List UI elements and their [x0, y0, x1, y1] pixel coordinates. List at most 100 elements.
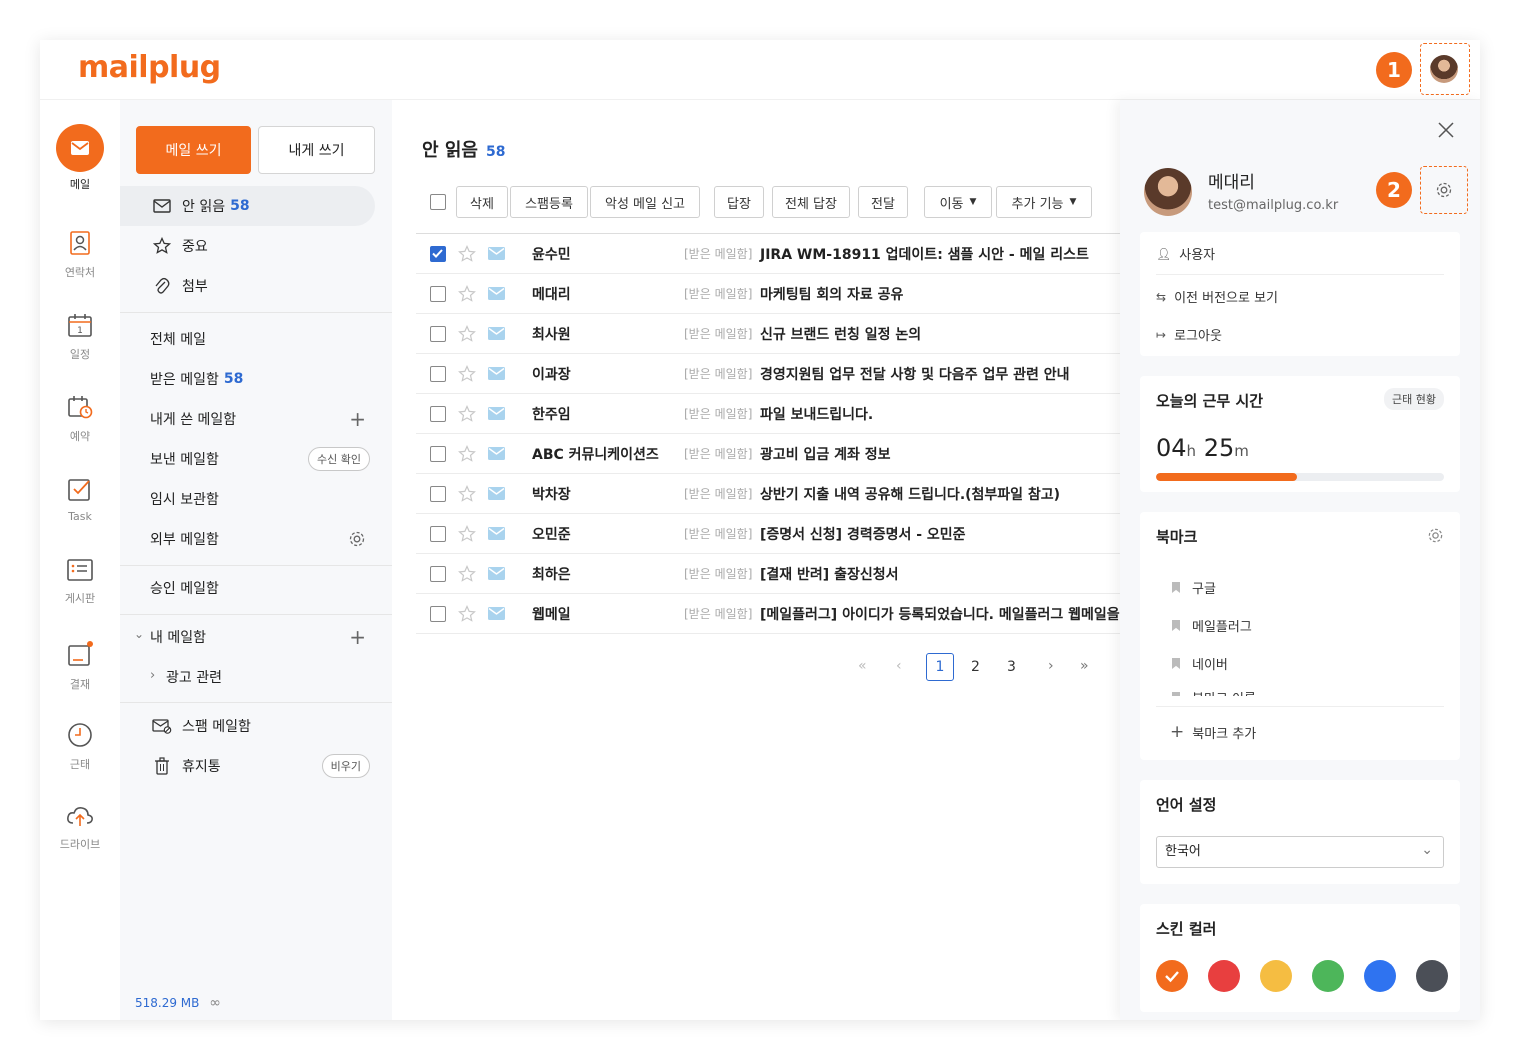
mailplug-logo[interactable]: mailplug [78, 50, 221, 85]
attendance-status-button[interactable]: 근태 현황 [1384, 388, 1444, 410]
mail-row[interactable]: 박차장 [받은 메일함] 상반기 지출 내역 공유해 드립니다.(첨부파일 참고) [416, 474, 1120, 514]
row-checkbox[interactable] [430, 526, 446, 542]
mail-row[interactable]: ABC 커뮤니케이션즈 [받은 메일함] 광고비 입금 계좌 정보 [416, 434, 1120, 474]
bookmark-item[interactable]: 네이버 [1172, 654, 1228, 673]
compose-button[interactable]: 메일 쓰기 [136, 126, 251, 174]
folder-attachments[interactable]: 첨부 [120, 266, 392, 306]
skin-color-swatch[interactable] [1208, 960, 1240, 992]
move-dropdown[interactable]: 이동 ▼ [924, 186, 992, 218]
unread-envelope-icon[interactable] [488, 407, 505, 424]
nav-mail[interactable]: 메일 [40, 124, 120, 192]
folder-all[interactable]: 전체 메일 [120, 319, 392, 359]
page-1[interactable]: 1 [926, 653, 954, 681]
nav-attendance[interactable]: 근태 [40, 722, 120, 772]
folder-my-mailbox[interactable]: ⌄ 내 메일함 + [120, 617, 392, 657]
folder-starred[interactable]: 중요 [120, 226, 392, 266]
row-subject[interactable]: JIRA WM-18911 업데이트: 샘플 시안 - 메일 리스트 [760, 244, 1089, 264]
nav-drive[interactable]: 드라이브 [40, 804, 120, 852]
unread-envelope-icon[interactable] [488, 367, 505, 384]
folder-spam[interactable]: 스팸 메일함 [120, 706, 392, 746]
folder-sent[interactable]: 보낸 메일함 수신 확인 [120, 439, 392, 479]
unread-envelope-icon[interactable] [488, 447, 505, 464]
nav-reservation[interactable]: 예약 [40, 394, 120, 444]
unread-envelope-icon[interactable] [488, 287, 505, 304]
row-subject[interactable]: 상반기 지출 내역 공유해 드립니다.(첨부파일 참고) [760, 484, 1060, 504]
skin-color-swatch[interactable] [1364, 960, 1396, 992]
mail-row[interactable]: 오민준 [받은 메일함] [증명서 신청] 경력증명서 - 오민준 [416, 514, 1120, 554]
star-icon[interactable] [458, 605, 476, 627]
add-mailbox-plus-icon[interactable]: + [349, 625, 366, 649]
row-checkbox[interactable] [430, 326, 446, 342]
star-icon[interactable] [458, 405, 476, 427]
row-checkbox[interactable] [430, 246, 446, 262]
folder-unread[interactable]: 안 읽음 58 [120, 186, 375, 226]
last-page-icon[interactable]: » [1080, 658, 1089, 674]
star-icon[interactable] [458, 445, 476, 467]
nav-approval[interactable]: 결재 [40, 640, 120, 692]
bookmark-item[interactable]: 메일플러그 [1172, 616, 1252, 635]
star-icon[interactable] [458, 365, 476, 387]
nav-task[interactable]: Task [40, 476, 120, 523]
folder-drafts[interactable]: 임시 보관함 [120, 479, 392, 519]
folder-approval[interactable]: 승인 메일함 [120, 568, 392, 608]
report-malicious-button[interactable]: 악성 메일 신고 [590, 186, 700, 218]
folder-trash[interactable]: 휴지통 비우기 [120, 746, 392, 786]
star-icon[interactable] [458, 325, 476, 347]
chevron-down-icon[interactable]: ⌄ [134, 627, 144, 641]
nav-calendar[interactable]: 1 일정 [40, 312, 120, 362]
menu-user[interactable]: 👤︎ 사용자 [1156, 244, 1215, 264]
menu-logout[interactable]: ↦ 로그아웃 [1156, 325, 1222, 345]
row-subject[interactable]: [증명서 신청] 경력증명서 - 오민준 [760, 524, 966, 544]
folder-self[interactable]: 내게 쓴 메일함 + [120, 399, 392, 439]
unread-envelope-icon[interactable] [488, 607, 505, 624]
row-checkbox[interactable] [430, 406, 446, 422]
folder-external[interactable]: 외부 메일함 [120, 519, 392, 559]
star-icon[interactable] [458, 285, 476, 307]
skin-color-swatch[interactable] [1416, 960, 1448, 992]
skin-color-swatch[interactable] [1156, 960, 1188, 992]
empty-trash-button[interactable]: 비우기 [321, 754, 370, 778]
unread-envelope-icon[interactable] [488, 247, 505, 264]
mail-row[interactable]: 윤수민 [받은 메일함] JIRA WM-18911 업데이트: 샘플 시안 - 메… [416, 234, 1120, 274]
row-subject[interactable]: 광고비 입금 계좌 정보 [760, 444, 891, 464]
row-checkbox[interactable] [430, 606, 446, 622]
row-checkbox[interactable] [430, 566, 446, 582]
row-checkbox[interactable] [430, 286, 446, 302]
star-icon[interactable] [458, 485, 476, 507]
profile-settings-gear-icon[interactable] [1435, 181, 1453, 203]
row-subject[interactable]: [메일플러그] 아이디가 등록되었습니다. 메일플러그 웹메일을 사 [760, 604, 1137, 624]
next-page-icon[interactable]: › [1048, 658, 1054, 674]
row-subject[interactable]: 파일 보내드립니다. [760, 404, 873, 424]
star-icon[interactable] [458, 565, 476, 587]
read-receipt-button[interactable]: 수신 확인 [308, 447, 370, 471]
prev-page-icon[interactable]: ‹ [896, 658, 902, 674]
forward-button[interactable]: 전달 [858, 186, 908, 218]
delete-button[interactable]: 삭제 [456, 186, 508, 218]
language-select[interactable]: 한국어 ⌄ [1156, 836, 1444, 868]
compose-to-self-button[interactable]: 내게 쓰기 [258, 126, 375, 174]
row-subject[interactable]: 경영지원팀 업무 전달 사항 및 다음주 업무 관련 안내 [760, 364, 1069, 384]
unread-envelope-icon[interactable] [488, 487, 505, 504]
skin-color-swatch[interactable] [1312, 960, 1344, 992]
row-checkbox[interactable] [430, 366, 446, 382]
page-2[interactable]: 2 [971, 659, 980, 675]
menu-legacy-view[interactable]: ⇆ 이전 버전으로 보기 [1156, 287, 1278, 307]
select-all-checkbox[interactable] [430, 194, 446, 210]
skin-color-swatch[interactable] [1260, 960, 1292, 992]
folder-ad[interactable]: › 광고 관련 [120, 657, 392, 697]
more-actions-dropdown[interactable]: 추가 기능 ▼ [996, 186, 1092, 218]
nav-board[interactable]: 게시판 [40, 558, 120, 606]
mail-row[interactable]: 최사원 [받은 메일함] 신규 브랜드 런칭 일정 논의 [416, 314, 1120, 354]
reply-all-button[interactable]: 전체 답장 [772, 186, 850, 218]
report-spam-button[interactable]: 스팸등록 [510, 186, 588, 218]
user-avatar-button[interactable] [1430, 55, 1458, 83]
row-subject[interactable]: [결재 반려] 출장신청서 [760, 564, 898, 584]
row-checkbox[interactable] [430, 486, 446, 502]
unread-envelope-icon[interactable] [488, 567, 505, 584]
chevron-right-icon[interactable]: › [150, 668, 155, 683]
add-folder-plus-icon[interactable]: + [349, 407, 366, 431]
mail-row[interactable]: 최하은 [받은 메일함] [결재 반려] 출장신청서 [416, 554, 1120, 594]
mail-row[interactable]: 웹메일 [받은 메일함] [메일플러그] 아이디가 등록되었습니다. 메일플러그 웹… [416, 594, 1137, 634]
row-checkbox[interactable] [430, 446, 446, 462]
mail-row[interactable]: 메대리 [받은 메일함] 마케팅팀 회의 자료 공유 [416, 274, 1120, 314]
